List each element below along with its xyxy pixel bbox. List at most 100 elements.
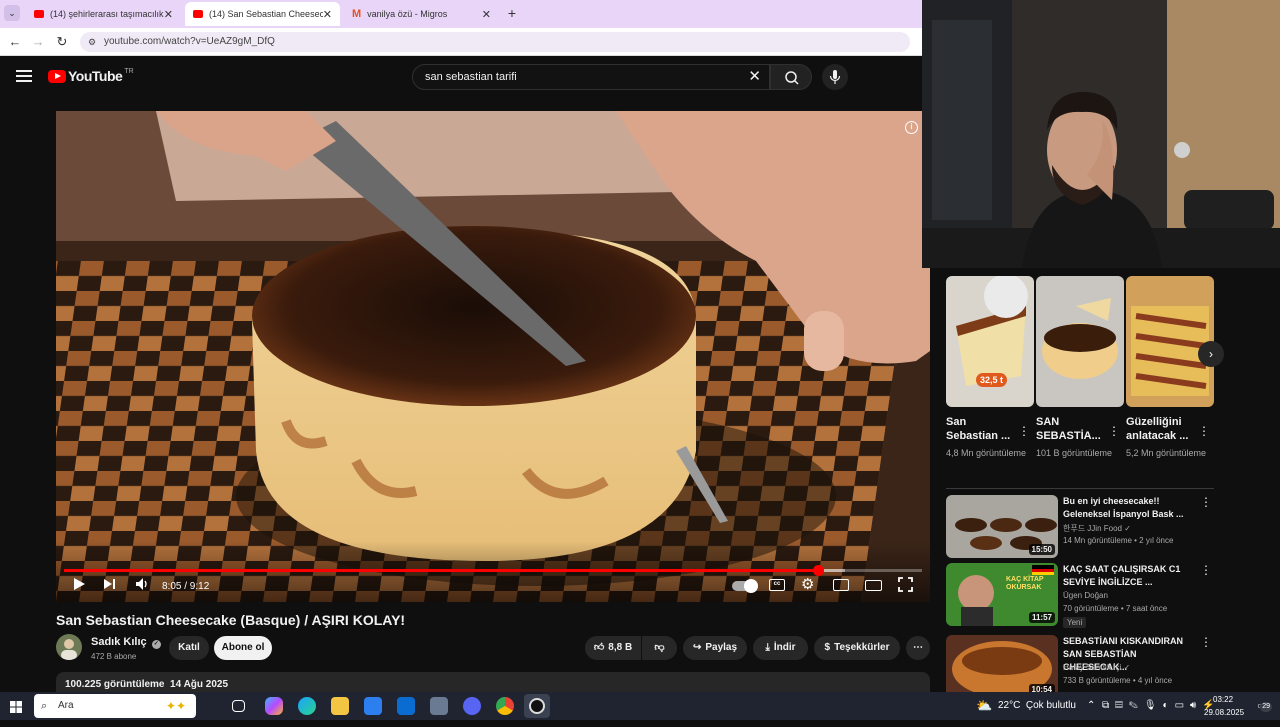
search-input[interactable]: san sebastian tarifi ✕ (412, 64, 770, 90)
video-thumbnail[interactable]: 15:50 (946, 495, 1058, 558)
address-bar-row: ← → ↻ ⚙ youtube.com/watch?v=UeAZ9gM_DfQ (0, 28, 922, 56)
join-button[interactable]: Katıl (169, 636, 209, 660)
search-button[interactable] (770, 64, 812, 90)
weather-text[interactable]: 22°C Çok bulutlu (998, 692, 1076, 720)
thumbs-up-icon: 👍︎ (593, 642, 605, 653)
short-title: San Sebastian ... (946, 416, 1011, 442)
microsoft-store-icon[interactable] (364, 697, 382, 715)
more-actions-button[interactable]: ⋯ (906, 636, 930, 660)
clock-date[interactable]: 29.08.2025 (1204, 699, 1244, 727)
video-title: San Sebastian Cheesecake (Basque) / AŞIR… (56, 612, 406, 628)
list-item[interactable]: KAÇ KİTAP OKURSAK 11:57 KAÇ SAAT ÇALIŞIR… (946, 563, 1216, 628)
miniplayer-icon[interactable] (833, 579, 849, 591)
new-tab-button[interactable]: + (504, 5, 520, 21)
tab-label: vanilya özü - Migros (367, 9, 448, 19)
share-button[interactable]: ↪ Paylaş (683, 636, 747, 660)
more-options-icon[interactable]: ⋮ (1200, 495, 1212, 509)
more-options-icon[interactable]: ⋮ (1018, 424, 1030, 438)
short-thumbnail[interactable]: 32,5 t (946, 276, 1034, 407)
voice-search-button[interactable] (822, 64, 848, 90)
download-label: İndir (773, 642, 796, 653)
subscribe-button[interactable]: Abone ol (214, 636, 272, 660)
menu-icon[interactable] (16, 70, 32, 82)
close-icon[interactable]: ✕ (482, 8, 491, 21)
short-thumbnail[interactable] (1126, 276, 1214, 407)
video-title: Bu en iyi cheesecake!! Geleneksel İspany… (1063, 496, 1184, 519)
settings-icon[interactable]: ⚙ (801, 575, 814, 593)
short-card[interactable]: 32,5 t San Sebastian ... 4,8 Mn görüntül… (946, 276, 1034, 460)
copilot-icon[interactable] (265, 697, 283, 715)
thanks-button[interactable]: $ Teşekkürler (814, 636, 900, 660)
weather-icon[interactable]: ⛅ (976, 692, 992, 720)
list-item[interactable]: 10:54 SEBASTİANI KISKANDIRAN SAN SEBASTİ… (946, 635, 1216, 699)
close-icon[interactable]: ✕ (164, 8, 173, 21)
photos-icon[interactable] (430, 697, 448, 715)
logo-text: YouTube (68, 68, 123, 84)
search-query: san sebastian tarifi (425, 71, 517, 83)
like-count: 8,8 B (608, 642, 633, 653)
notification-count: 29 (1260, 702, 1272, 712)
short-card[interactable]: SAN SEBASTİA... 101 B görüntüleme ⋮ (1036, 276, 1124, 460)
short-views: 5,2 Mn görüntüleme (1126, 448, 1207, 458)
volume-icon[interactable] (135, 577, 149, 594)
play-icon[interactable] (72, 577, 86, 594)
progress-bar[interactable] (64, 565, 922, 576)
info-icon[interactable]: i (905, 121, 918, 134)
close-icon[interactable]: ✕ (323, 8, 332, 21)
site-info-icon[interactable]: ⚙ (88, 32, 96, 52)
share-icon: ↪ (692, 642, 702, 653)
tab-active[interactable]: (14) San Sebastian Cheesecake (B ✕ (185, 2, 340, 26)
outlook-icon[interactable] (397, 697, 415, 715)
theater-mode-icon[interactable] (865, 580, 882, 591)
short-card[interactable]: Güzelliğini anlatacak ... 5,2 Mn görüntü… (1126, 276, 1214, 460)
video-thumbnail[interactable]: KAÇ KİTAP OKURSAK 11:57 (946, 563, 1058, 626)
youtube-logo[interactable]: YouTube TR (48, 68, 134, 84)
more-options-icon[interactable]: ⋮ (1198, 424, 1210, 438)
discord-icon[interactable] (463, 697, 481, 715)
dislike-button[interactable]: 👎︎ (642, 636, 677, 660)
taskbar-search[interactable]: ⌕ Ara ✦✦ (34, 694, 196, 718)
forward-arrow-icon[interactable]: → (30, 34, 46, 50)
back-arrow-icon[interactable]: ← (7, 34, 23, 50)
chevron-up-icon[interactable]: ⌃ (1087, 692, 1095, 720)
video-player[interactable]: i 8:05 / 9:12 cc ⚙ (56, 111, 930, 602)
verified-icon: ✓ (1123, 663, 1131, 672)
download-button[interactable]: ⤓ İndir (753, 636, 808, 660)
fullscreen-icon[interactable] (898, 577, 913, 595)
verified-icon: ✓ (1124, 524, 1131, 533)
tray-icons[interactable]: ⧉▤✎🎙︎◐▭🔊︎⚡ (1102, 692, 1221, 720)
webcam-image (922, 0, 1280, 268)
chrome-icon[interactable] (496, 697, 514, 715)
video-thumbnail[interactable]: 10:54 (946, 635, 1058, 698)
url-field[interactable]: ⚙ youtube.com/watch?v=UeAZ9gM_DfQ (80, 32, 910, 52)
file-explorer-icon[interactable] (331, 697, 349, 715)
subtitles-icon[interactable]: cc (769, 579, 785, 591)
clear-icon[interactable]: ✕ (748, 65, 761, 89)
autoplay-toggle[interactable] (732, 579, 758, 593)
windows-start-icon[interactable] (10, 700, 22, 713)
tab-inactive-1[interactable]: (14) şehirlerarası taşımacılık - Y ✕ (26, 2, 181, 26)
notification-icon[interactable]: 29▭ (1252, 698, 1272, 714)
youtube-favicon-icon (34, 10, 44, 18)
channel-avatar[interactable] (56, 634, 82, 660)
more-options-icon[interactable]: ⋮ (1200, 563, 1212, 577)
channel-name-text: Sadık Kılıç (91, 636, 147, 648)
edge-icon[interactable] (298, 697, 316, 715)
duration-badge: 15:50 (1028, 544, 1055, 555)
chevron-right-icon[interactable]: › (1198, 341, 1224, 367)
obs-icon[interactable] (524, 694, 550, 718)
channel-name[interactable]: Sadık Kılıç ✓ (91, 636, 161, 649)
tab-search-button[interactable]: ⌄ (4, 5, 20, 21)
divider (946, 488, 1214, 489)
next-icon[interactable] (103, 577, 117, 594)
obs-logo-icon (529, 698, 545, 714)
reload-icon[interactable]: ↻ (54, 34, 70, 50)
duration-badge: 11:57 (1028, 612, 1055, 623)
short-thumbnail[interactable] (1036, 276, 1124, 407)
tab-inactive-2[interactable]: M vanilya özü - Migros ✕ (344, 2, 499, 26)
list-item[interactable]: 15:50 Bu en iyi cheesecake!! Geleneksel … (946, 495, 1216, 559)
more-options-icon[interactable]: ⋮ (1108, 424, 1120, 438)
like-button[interactable]: 👍︎ 8,8 B (585, 636, 641, 660)
task-view-icon[interactable] (232, 700, 245, 712)
more-options-icon[interactable]: ⋮ (1200, 635, 1212, 649)
